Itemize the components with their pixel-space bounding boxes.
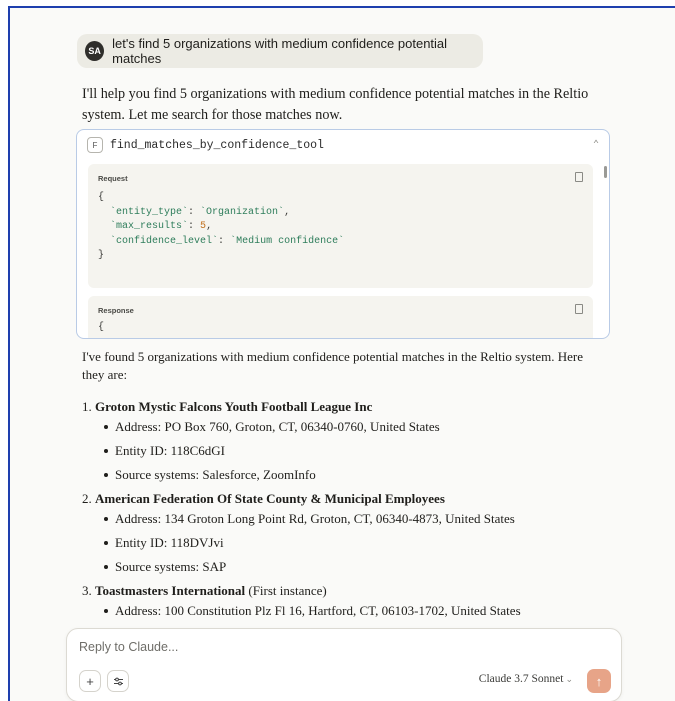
list-item: 1. Groton Mystic Falcons Youth Football … [82,398,602,490]
code-key: `entity_type` [110,206,189,218]
org-name: Toastmasters International [95,583,246,598]
copy-icon[interactable] [575,172,583,182]
composer: Reply to Claude... + Claude 3.7 Sonnet ⌄ … [66,628,622,701]
send-button[interactable]: ↑ [587,669,611,693]
reply-input[interactable]: Reply to Claude... [79,640,178,654]
list-number: 1. [82,399,92,414]
tool-call-card: F find_matches_by_confidence_tool ⌃ Requ… [76,129,610,339]
code-value: `Medium confidence` [230,235,345,247]
code-key: `max_results` [110,221,189,232]
settings-button[interactable] [107,670,129,692]
answer-lead: I've found 5 organizations with medium c… [82,349,584,382]
tool-call-header[interactable]: F find_matches_by_confidence_tool ⌃ [77,130,609,160]
list-number: 2. [82,491,92,506]
add-button[interactable]: + [79,670,101,692]
code-key: `confidence_level` [110,235,219,247]
list-item: 3. Toastmasters International (First ins… [82,582,602,626]
model-selector[interactable]: Claude 3.7 Sonnet ⌄ [479,673,573,685]
org-note: (First instance) [245,583,327,598]
sliders-icon [113,677,123,685]
org-sources: Source systems: Salesforce, ZoomInfo [82,466,602,490]
chevron-down-icon: ⌄ [565,674,573,684]
model-name: Claude 3.7 Sonnet [478,673,564,685]
request-title: Request [98,174,128,183]
org-entity-id: Entity ID: 118DVJvi [82,534,602,558]
org-entity-id: Entity ID: 118C6dGI [82,442,602,466]
avatar: SA [85,41,105,61]
chat-window: SA let's find 5 organizations with mediu… [8,6,675,701]
assistant-answer: I've found 5 organizations with medium c… [82,348,602,626]
org-name: American Federation Of State County & Mu… [95,491,445,506]
org-name: Groton Mystic Falcons Youth Football Lea… [95,399,373,414]
org-sources: Source systems: SAP [82,558,602,582]
code-line: } [98,250,105,261]
list-number: 3. [82,583,92,598]
code-value: `Organization` [200,206,285,218]
org-address: Address: 134 Groton Long Point Rd, Groto… [82,510,602,534]
function-icon: F [87,137,103,153]
arrow-up-icon: ↑ [595,673,603,689]
code-line: { [98,192,105,203]
request-panel: Request { `entity_type`: `Organization`,… [88,164,593,288]
copy-icon[interactable] [575,304,583,314]
org-address: Address: PO Box 760, Groton, CT, 06340-0… [82,418,602,442]
plus-icon: + [86,673,94,689]
request-code: { `entity_type`: `Organization`, `max_re… [98,192,345,261]
response-code: { [98,322,105,333]
code-value: 5 [200,221,207,232]
assistant-intro: I'll help you find 5 organizations with … [82,86,589,123]
response-title: Response [98,306,134,315]
user-message: SA let's find 5 organizations with mediu… [77,34,483,68]
chevron-up-icon[interactable]: ⌃ [593,139,599,151]
scrollbar[interactable] [604,166,607,178]
user-message-text: let's find 5 organizations with medium c… [112,36,448,66]
response-panel: Response { [88,296,593,338]
list-item: 2. American Federation Of State County &… [82,490,602,582]
tool-name: find_matches_by_confidence_tool [110,138,324,152]
org-address: Address: 100 Constitution Plz Fl 16, Har… [82,602,602,626]
